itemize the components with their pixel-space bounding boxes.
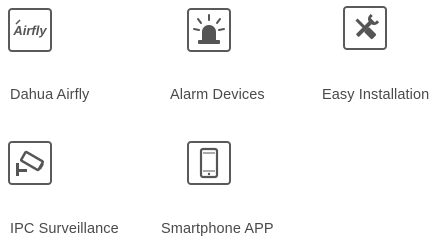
feature-label: Easy Installation — [322, 87, 430, 103]
feature-label: IPC Surveillance — [10, 221, 119, 237]
tools-icon — [343, 6, 387, 50]
feature-label: Alarm Devices — [170, 87, 265, 103]
airfly-logo-text: Airfly — [12, 23, 47, 38]
airfly-logo-icon: Airfly — [8, 8, 52, 52]
feature-label: Dahua Airfly — [10, 87, 90, 103]
feature-label: Smartphone APP — [161, 221, 274, 237]
alarm-siren-icon — [187, 8, 231, 52]
security-camera-icon — [8, 141, 52, 185]
smartphone-icon — [187, 141, 231, 185]
